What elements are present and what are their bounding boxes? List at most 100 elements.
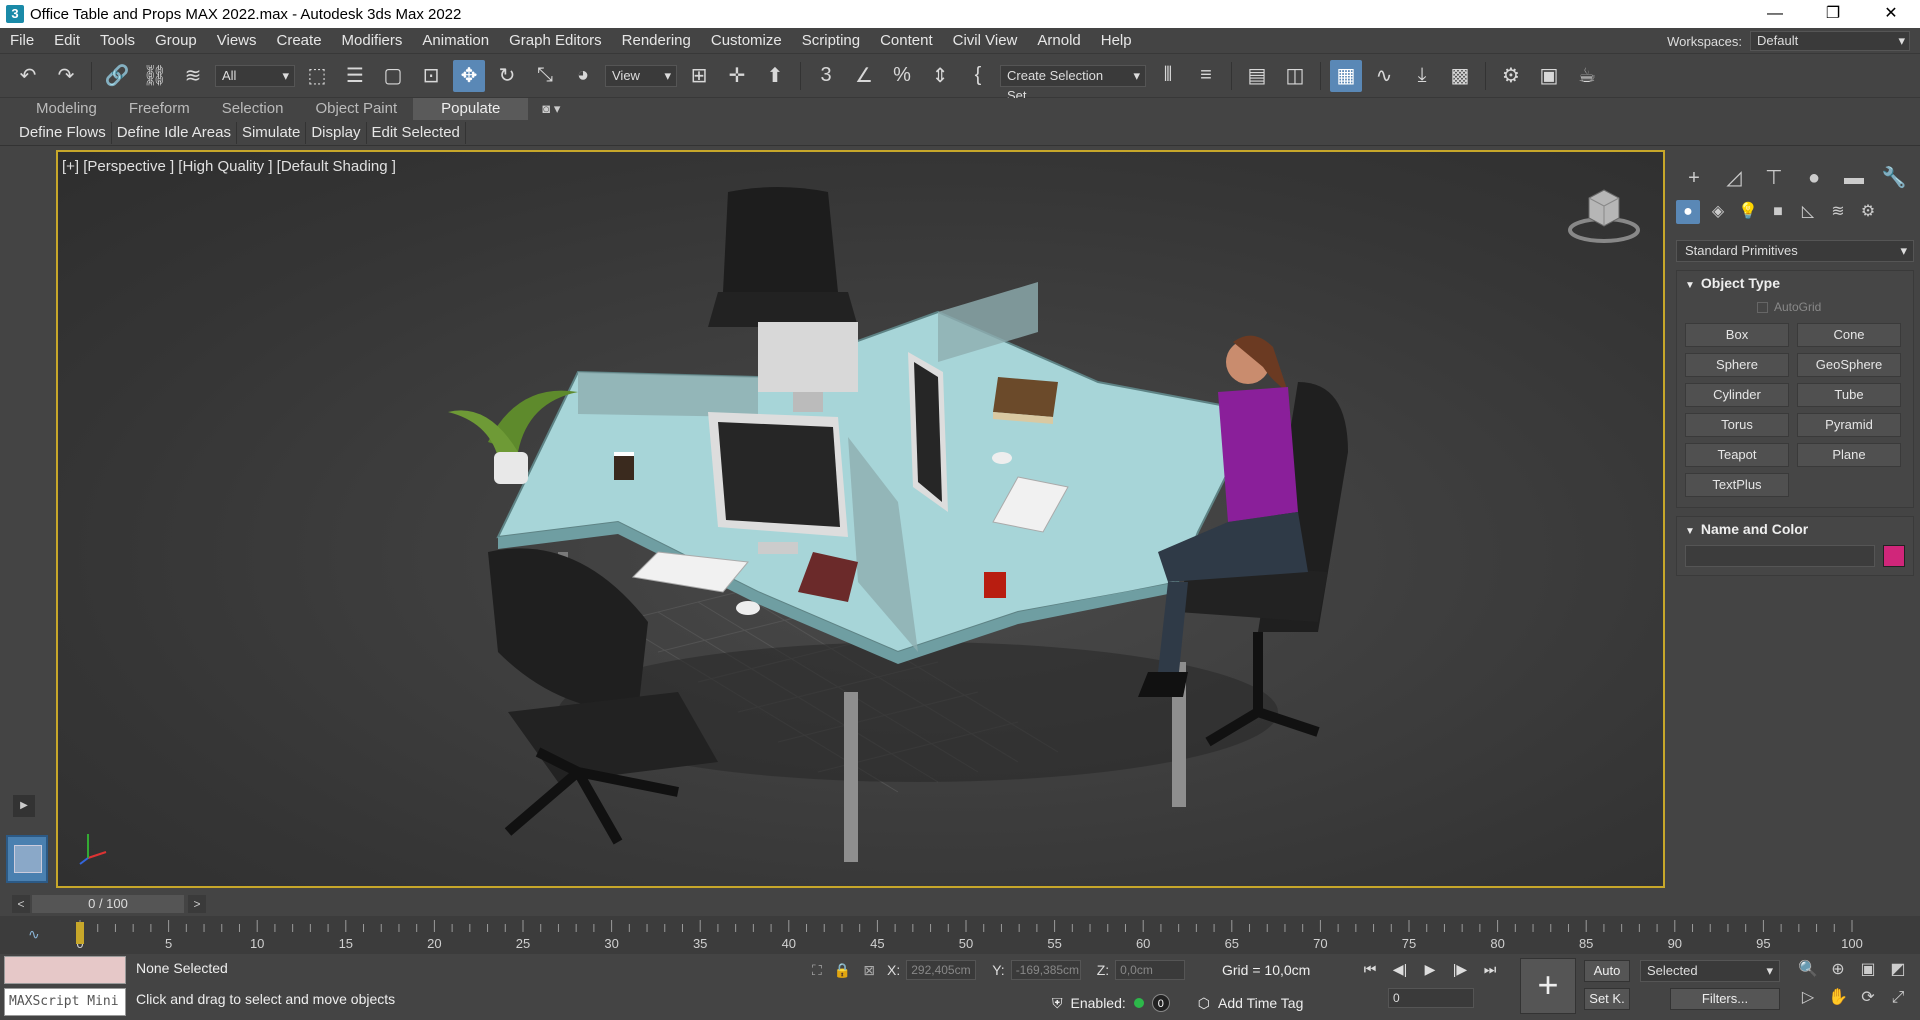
play-icon[interactable]: ▶	[1418, 958, 1442, 980]
hierarchy-tab-icon[interactable]: ⊤	[1758, 166, 1790, 190]
simulate-button[interactable]: Simulate	[237, 121, 307, 144]
scene-render[interactable]	[58, 152, 1663, 886]
sphere-button[interactable]: Sphere	[1685, 353, 1789, 377]
go-to-end-icon[interactable]: ⏭	[1478, 958, 1502, 980]
select-and-rotate-icon[interactable]: ↻	[491, 60, 523, 92]
viewport-layout-thumbnail[interactable]	[6, 835, 48, 883]
tab-selection[interactable]: Selection	[206, 98, 300, 120]
add-time-tag[interactable]: Add Time Tag	[1218, 995, 1303, 1011]
lights-icon[interactable]: 💡	[1736, 200, 1760, 224]
menu-create[interactable]: Create	[267, 32, 332, 49]
create-tab-icon[interactable]: +	[1678, 166, 1710, 190]
enabled-indicator-icon[interactable]	[1133, 998, 1144, 1008]
zoom-extents-icon[interactable]: ▣	[1854, 958, 1882, 982]
key-mode-icon[interactable]: ✛	[721, 60, 753, 92]
key-filter-dropdown[interactable]: Selected	[1640, 960, 1780, 982]
maxscript-input[interactable]: MAXScript Mini	[4, 988, 126, 1016]
window-crossing-icon[interactable]: ⊡	[415, 60, 447, 92]
current-frame-field[interactable]: 0	[1388, 988, 1474, 1008]
menu-graph-editors[interactable]: Graph Editors	[499, 32, 612, 49]
zoom-all-icon[interactable]: ⊕	[1824, 958, 1852, 982]
selection-filter-dropdown[interactable]: All	[215, 64, 295, 87]
menu-arnold[interactable]: Arnold	[1027, 32, 1090, 49]
previous-key-icon[interactable]: ◀|	[1388, 958, 1412, 980]
z-coordinate-field[interactable]: 0,0cm	[1115, 960, 1186, 980]
set-key-button[interactable]: Set K.	[1584, 988, 1630, 1010]
set-key-icon[interactable]: +	[1520, 958, 1576, 1014]
menu-content[interactable]: Content	[870, 32, 943, 49]
menu-help[interactable]: Help	[1091, 32, 1142, 49]
object-color-swatch[interactable]	[1883, 545, 1905, 567]
named-selection-set-dropdown[interactable]: Create Selection Set	[1000, 64, 1146, 103]
x-coordinate-field[interactable]: 292,405cm	[906, 960, 977, 980]
time-slider-thumb[interactable]: 0 / 100	[32, 895, 184, 913]
tab-object-paint[interactable]: Object Paint	[299, 98, 413, 120]
schematic-view-icon[interactable]: ⤓	[1406, 60, 1438, 92]
zoom-icon[interactable]: 🔍	[1794, 958, 1822, 982]
maxscript-output[interactable]	[4, 956, 126, 984]
auto-key-button[interactable]: Auto	[1584, 960, 1630, 982]
menu-views[interactable]: Views	[207, 32, 267, 49]
perspective-viewport[interactable]: [+] [Perspective ] [High Quality ] [Defa…	[56, 150, 1665, 888]
display-tab-icon[interactable]: ▬	[1838, 166, 1870, 190]
autogrid-checkbox[interactable]: AutoGrid	[1677, 295, 1913, 319]
pivot-center-icon[interactable]: ⊞	[683, 60, 715, 92]
track-bar[interactable]: ∿ 05101520253035404550556065707580859095…	[0, 916, 1920, 954]
isolate-icon[interactable]: ⛶	[812, 962, 822, 979]
object-type-header[interactable]: ▼ Object Type	[1677, 271, 1913, 295]
geometry-icon[interactable]: ●	[1676, 200, 1700, 224]
edit-named-selection-icon[interactable]: {	[962, 60, 994, 92]
y-coordinate-field[interactable]: -169,385cm	[1010, 960, 1081, 980]
manipulate-icon[interactable]: ⬆	[759, 60, 791, 92]
utilities-tab-icon[interactable]: 🔧	[1878, 166, 1910, 190]
name-and-color-header[interactable]: ▼ Name and Color	[1677, 517, 1913, 541]
menu-tools[interactable]: Tools	[90, 32, 145, 49]
cylinder-button[interactable]: Cylinder	[1685, 383, 1789, 407]
render-production-icon[interactable]: ☕	[1571, 60, 1603, 92]
define-idle-areas-button[interactable]: Define Idle Areas	[112, 121, 237, 144]
time-tag-icon[interactable]: ⬡	[1198, 995, 1210, 1012]
orbit-icon[interactable]: ⟳	[1854, 986, 1882, 1010]
redo-icon[interactable]: ↷	[50, 60, 82, 92]
expand-layout-icon[interactable]: ▶	[13, 795, 35, 817]
select-and-place-icon[interactable]: ◕	[567, 60, 599, 92]
display-button[interactable]: Display	[306, 121, 367, 144]
reference-coordinate-dropdown[interactable]: View	[605, 64, 677, 87]
viewcube[interactable]	[1567, 184, 1641, 244]
rectangular-selection-icon[interactable]: ▢	[377, 60, 409, 92]
material-editor-icon[interactable]: ▩	[1444, 60, 1476, 92]
pan-icon[interactable]: ✋	[1824, 986, 1852, 1010]
toggle-ribbon-icon[interactable]: ▦	[1330, 59, 1362, 92]
spinner-snap-icon[interactable]: ⇕	[924, 60, 956, 92]
close-button[interactable]: ✕	[1862, 0, 1920, 28]
curve-editor-icon[interactable]: ∿	[1368, 60, 1400, 92]
object-name-field[interactable]	[1685, 545, 1875, 567]
select-and-scale-icon[interactable]: ⤡	[529, 60, 561, 92]
systems-icon[interactable]: ⚙	[1856, 200, 1880, 224]
field-of-view-icon[interactable]: ▷	[1794, 986, 1822, 1010]
pyramid-button[interactable]: Pyramid	[1797, 413, 1901, 437]
textplus-button[interactable]: TextPlus	[1685, 473, 1789, 497]
next-frame-button[interactable]: >	[188, 895, 206, 913]
render-setup-icon[interactable]: ⚙	[1495, 60, 1527, 92]
menu-group[interactable]: Group	[145, 32, 207, 49]
menu-modifiers[interactable]: Modifiers	[332, 32, 413, 49]
modify-tab-icon[interactable]: ◿	[1718, 166, 1750, 190]
unlink-icon[interactable]: ⛓	[139, 60, 171, 92]
percent-snap-icon[interactable]: %	[886, 60, 918, 92]
edit-selected-button[interactable]: Edit Selected	[367, 121, 466, 144]
menu-animation[interactable]: Animation	[412, 32, 499, 49]
define-flows-button[interactable]: Define Flows	[14, 121, 112, 144]
undo-icon[interactable]: ↶	[12, 60, 44, 92]
mirror-icon[interactable]: ⫴	[1152, 60, 1184, 92]
lock-icon[interactable]: 🔒	[834, 962, 851, 979]
snaps-toggle-icon[interactable]: 3	[810, 60, 842, 92]
key-filters-button[interactable]: Filters...	[1670, 988, 1780, 1010]
zoom-extents-all-icon[interactable]: ◩	[1884, 958, 1912, 982]
tube-button[interactable]: Tube	[1797, 383, 1901, 407]
rendered-frame-window-icon[interactable]: ▣	[1533, 60, 1565, 92]
next-key-icon[interactable]: |▶	[1448, 958, 1472, 980]
layer-explorer-icon[interactable]: ◫	[1279, 60, 1311, 92]
space-warps-icon[interactable]: ≋	[1826, 200, 1850, 224]
helpers-icon[interactable]: ◺	[1796, 200, 1820, 224]
